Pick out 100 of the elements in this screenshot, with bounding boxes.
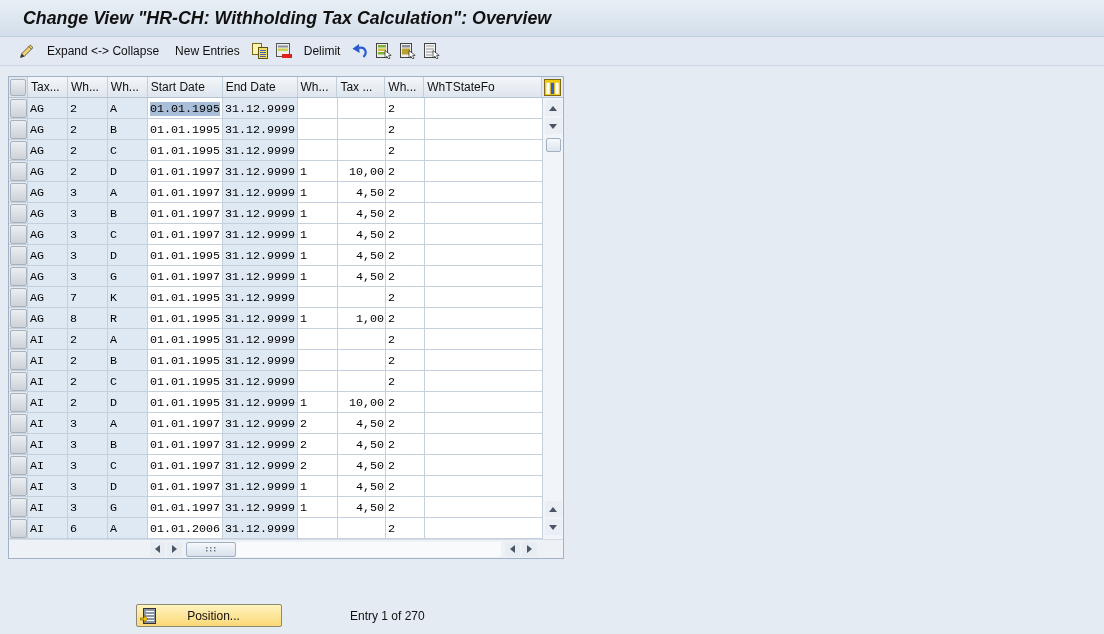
input-cell[interactable]: 2 bbox=[386, 287, 425, 308]
input-cell[interactable]: 4,50 bbox=[338, 266, 386, 287]
input-cell[interactable] bbox=[425, 182, 543, 203]
input-cell[interactable]: 1 bbox=[298, 245, 338, 266]
row-selector[interactable] bbox=[9, 224, 27, 244]
input-cell[interactable]: 2 bbox=[386, 245, 425, 266]
input-cell[interactable] bbox=[298, 98, 338, 119]
input-cell[interactable] bbox=[425, 476, 543, 497]
input-cell[interactable]: 4,50 bbox=[338, 434, 386, 455]
column-header[interactable]: Wh... bbox=[107, 77, 148, 98]
input-cell[interactable] bbox=[298, 140, 338, 161]
input-cell[interactable] bbox=[338, 518, 386, 539]
input-cell[interactable]: 2 bbox=[386, 308, 425, 329]
input-cell[interactable]: 1,00 bbox=[338, 308, 386, 329]
input-cell[interactable]: 01.01.1997 bbox=[148, 497, 223, 518]
position-button[interactable]: Position... bbox=[136, 604, 282, 627]
input-cell[interactable]: 2 bbox=[386, 161, 425, 182]
row-selector[interactable] bbox=[9, 497, 27, 517]
row-selector[interactable] bbox=[9, 413, 27, 433]
input-cell[interactable]: 01.01.1995 bbox=[148, 287, 223, 308]
input-cell[interactable]: 2 bbox=[386, 413, 425, 434]
row-selector[interactable] bbox=[9, 350, 27, 370]
input-cell[interactable]: 2 bbox=[386, 434, 425, 455]
input-cell[interactable] bbox=[425, 245, 543, 266]
input-cell[interactable] bbox=[338, 350, 386, 371]
input-cell[interactable]: 01.01.1997 bbox=[148, 224, 223, 245]
input-cell[interactable]: 2 bbox=[386, 224, 425, 245]
input-cell[interactable]: 2 bbox=[386, 518, 425, 539]
input-cell[interactable]: 2 bbox=[386, 98, 425, 119]
input-cell[interactable] bbox=[425, 371, 543, 392]
input-cell[interactable]: 01.01.1995 bbox=[148, 245, 223, 266]
columns-icon[interactable] bbox=[544, 78, 562, 96]
scrollbar-thumb[interactable] bbox=[545, 138, 561, 152]
column-header[interactable]: Wh... bbox=[385, 77, 425, 98]
input-cell[interactable] bbox=[425, 119, 543, 140]
input-cell[interactable]: 2 bbox=[386, 455, 425, 476]
input-cell[interactable]: 2 bbox=[386, 497, 425, 518]
input-cell[interactable]: 4,50 bbox=[338, 476, 386, 497]
undo-icon[interactable] bbox=[352, 43, 369, 59]
column-header[interactable]: Wh... bbox=[67, 77, 108, 98]
scroll-up-button[interactable] bbox=[544, 100, 562, 116]
input-cell[interactable]: 01.01.1995 bbox=[148, 392, 223, 413]
column-header[interactable]: WhTStateFo bbox=[424, 77, 543, 98]
input-cell[interactable] bbox=[425, 392, 543, 413]
input-cell[interactable] bbox=[425, 224, 543, 245]
pencil-icon[interactable] bbox=[19, 43, 35, 59]
input-cell[interactable]: 01.01.1997 bbox=[148, 182, 223, 203]
input-cell[interactable]: 4,50 bbox=[338, 413, 386, 434]
input-cell[interactable]: 01.01.1997 bbox=[148, 455, 223, 476]
input-cell[interactable] bbox=[298, 287, 338, 308]
row-selector[interactable] bbox=[9, 476, 27, 496]
input-cell[interactable] bbox=[425, 308, 543, 329]
input-cell[interactable]: 4,50 bbox=[338, 497, 386, 518]
input-cell[interactable]: 2 bbox=[386, 329, 425, 350]
input-cell[interactable]: 4,50 bbox=[338, 203, 386, 224]
input-cell[interactable]: 4,50 bbox=[338, 455, 386, 476]
input-cell[interactable]: 1 bbox=[298, 182, 338, 203]
row-selector[interactable] bbox=[9, 308, 27, 328]
scroll-right-button[interactable] bbox=[167, 541, 182, 557]
input-cell[interactable]: 2 bbox=[386, 182, 425, 203]
input-cell[interactable] bbox=[425, 518, 543, 539]
row-selector[interactable] bbox=[9, 245, 27, 265]
input-cell[interactable] bbox=[338, 329, 386, 350]
column-header[interactable]: End Date bbox=[222, 77, 298, 98]
scroll-left-button[interactable] bbox=[150, 541, 165, 557]
input-cell[interactable]: 10,00 bbox=[338, 161, 386, 182]
input-cell[interactable]: 2 bbox=[386, 203, 425, 224]
input-cell[interactable]: 01.01.1995 bbox=[148, 308, 223, 329]
scroll-down-button[interactable] bbox=[544, 118, 562, 134]
input-cell[interactable]: 01.01.1995 bbox=[148, 119, 223, 140]
input-cell[interactable]: 4,50 bbox=[338, 224, 386, 245]
row-selector[interactable] bbox=[9, 203, 27, 223]
input-cell[interactable] bbox=[425, 434, 543, 455]
input-cell[interactable]: 4,50 bbox=[338, 182, 386, 203]
input-cell[interactable]: 1 bbox=[298, 224, 338, 245]
scroll-down-button[interactable] bbox=[544, 519, 562, 535]
input-cell[interactable]: 01.01.1997 bbox=[148, 434, 223, 455]
toolbar-button[interactable]: Expand <-> Collapse bbox=[43, 42, 164, 60]
row-selector[interactable] bbox=[9, 392, 27, 412]
input-cell[interactable] bbox=[298, 371, 338, 392]
row-selector[interactable] bbox=[9, 98, 27, 118]
input-cell[interactable]: 01.01.1997 bbox=[148, 266, 223, 287]
input-cell[interactable]: 01.01.1997 bbox=[148, 161, 223, 182]
input-cell[interactable] bbox=[425, 329, 543, 350]
input-cell[interactable] bbox=[298, 119, 338, 140]
input-cell[interactable] bbox=[425, 266, 543, 287]
select-all-button[interactable] bbox=[10, 78, 26, 96]
input-cell[interactable]: 01.01.1995 bbox=[148, 329, 223, 350]
input-cell[interactable]: 2 bbox=[298, 413, 338, 434]
row-selector[interactable] bbox=[9, 119, 27, 139]
input-cell[interactable] bbox=[338, 287, 386, 308]
scroll-right-button[interactable] bbox=[522, 541, 537, 557]
input-cell[interactable]: 01.01.1995 bbox=[148, 140, 223, 161]
input-cell[interactable] bbox=[425, 497, 543, 518]
input-cell[interactable] bbox=[298, 350, 338, 371]
input-cell[interactable] bbox=[425, 140, 543, 161]
input-cell[interactable] bbox=[298, 518, 338, 539]
row-selector[interactable] bbox=[9, 329, 27, 349]
input-cell[interactable]: 1 bbox=[298, 497, 338, 518]
document-minus-icon[interactable] bbox=[275, 43, 292, 59]
